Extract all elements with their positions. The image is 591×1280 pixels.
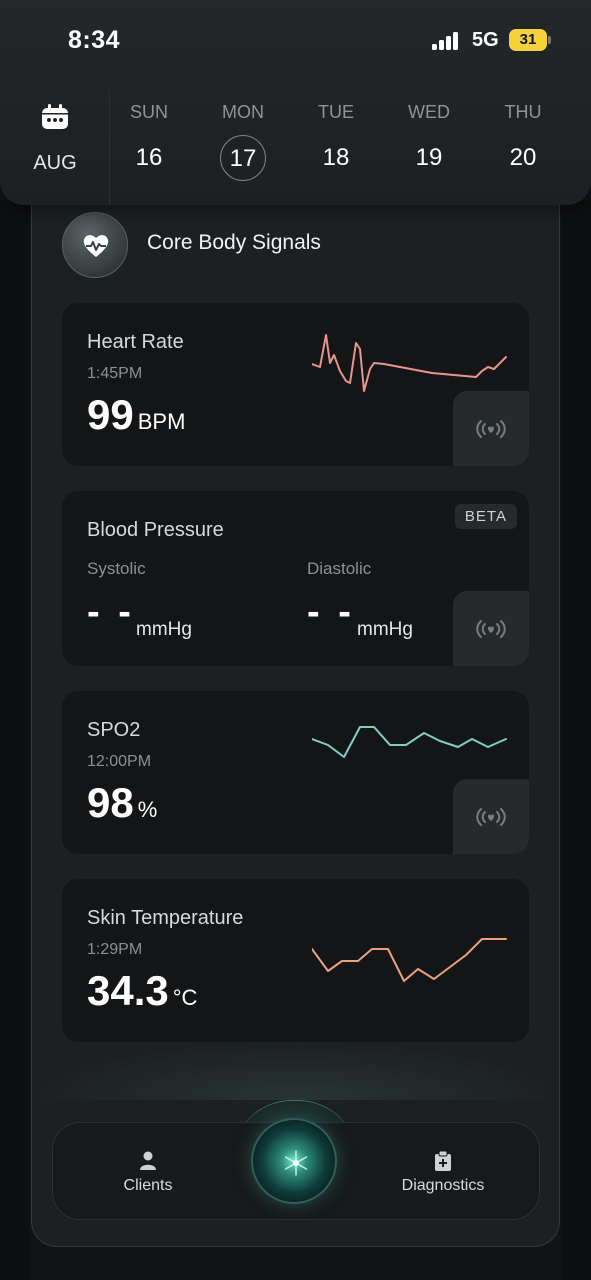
day-number-selected: 17 (220, 135, 266, 181)
live-measure-button[interactable] (453, 591, 529, 666)
diastolic-label: Diastolic (307, 559, 372, 578)
skin-temperature-card[interactable]: Skin Temperature 1:29PM 34.3 °C (62, 879, 529, 1042)
day-number: 16 (135, 144, 163, 171)
section-title: Core Body Signals (147, 231, 321, 254)
card-title: Heart Rate (87, 331, 184, 353)
day-thu[interactable]: THU 20 (488, 90, 558, 181)
day-name: WED (408, 102, 450, 122)
heart-rate-value: 99 BPM (87, 391, 185, 439)
clipboard-medical-icon (435, 1151, 451, 1171)
live-signal-icon (476, 808, 506, 826)
day-name: MON (222, 102, 264, 122)
day-mon[interactable]: MON 17 (208, 90, 278, 181)
live-signal-icon (476, 620, 506, 638)
day-name: SUN (129, 102, 168, 122)
nav-clients[interactable]: Clients (111, 1151, 185, 1195)
heart-rate-sparkline (312, 334, 507, 392)
spo2-card[interactable]: SPO2 12:00PM 98% (62, 691, 529, 854)
nav-glow (32, 1040, 559, 1100)
card-title: Skin Temperature (87, 907, 244, 929)
diastolic-unit: mmHg (357, 619, 413, 640)
day-tue[interactable]: TUE 18 (301, 90, 371, 181)
live-measure-button[interactable] (453, 391, 529, 466)
signal-icon (432, 32, 462, 50)
skin-temperature-sparkline (312, 938, 507, 982)
header: 8:34 5G 31 AUG SUN 16 MON 17 TUE 18 WED … (0, 0, 591, 205)
background-right (561, 200, 591, 1280)
ai-orb-button[interactable] (251, 1118, 337, 1204)
battery-icon: 31 (509, 29, 547, 51)
value-unit: °C (172, 985, 198, 1010)
spo2-value: 98% (87, 779, 157, 827)
card-time: 1:45PM (87, 365, 143, 382)
network-type: 5G (472, 29, 499, 51)
value-unit: % (137, 797, 158, 822)
day-number: 18 (322, 144, 350, 171)
systolic-unit: mmHg (136, 619, 192, 640)
status-time: 8:34 (68, 26, 121, 54)
value-number: 98 (87, 779, 134, 826)
blood-pressure-card[interactable]: Blood Pressure BETA Systolic Diastolic -… (62, 491, 529, 666)
status-bar: 8:34 5G 31 (0, 22, 591, 62)
live-measure-button[interactable] (453, 779, 529, 854)
ai-orb-icon (284, 1150, 308, 1176)
diastolic-value: - - (307, 591, 355, 633)
date-strip: AUG SUN 16 MON 17 TUE 18 WED 19 THU 20 (0, 90, 591, 205)
value-unit: BPM (137, 409, 186, 434)
live-signal-icon (476, 420, 506, 438)
day-wed[interactable]: WED 19 (394, 90, 464, 181)
section-header: Core Body Signals (62, 212, 462, 278)
nav-diagnostics[interactable]: Diagnostics (393, 1151, 493, 1195)
card-time: 1:29PM (87, 941, 143, 958)
day-name: THU (504, 102, 542, 122)
heart-rate-card[interactable]: Heart Rate 1:45PM 99 BPM (62, 303, 529, 466)
systolic-value: - - (87, 591, 135, 633)
value-number: 99 (87, 391, 134, 438)
day-sun[interactable]: SUN 16 (114, 90, 184, 181)
nav-clients-label: Clients (123, 1177, 173, 1194)
card-title: Blood Pressure (87, 519, 224, 541)
nav-diagnostics-label: Diagnostics (401, 1177, 485, 1194)
spo2-sparkline (312, 726, 507, 758)
card-title: SPO2 (87, 719, 141, 741)
day-number: 19 (415, 144, 443, 171)
month-label: AUG (33, 152, 77, 174)
heart-pulse-icon (62, 212, 128, 278)
card-time: 12:00PM (87, 753, 152, 770)
person-icon (140, 1151, 156, 1170)
month-picker[interactable]: AUG (0, 90, 110, 205)
skin-temperature-value: 34.3 °C (87, 967, 197, 1015)
value-number: 34.3 (87, 967, 169, 1014)
systolic-label: Systolic (87, 559, 146, 578)
beta-badge: BETA (454, 504, 517, 529)
day-number: 20 (509, 144, 537, 171)
background-left (0, 200, 30, 1280)
battery-tip (548, 36, 551, 44)
calendar-icon (42, 104, 68, 129)
day-name: TUE (318, 102, 354, 122)
